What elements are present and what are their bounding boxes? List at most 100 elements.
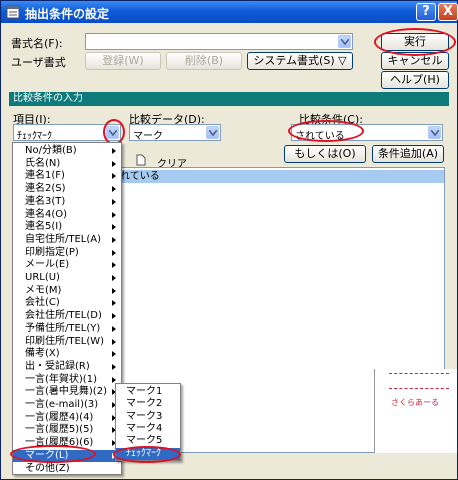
menu-item-label: 連名1(F) [25, 170, 65, 182]
submenu-arrow-icon [112, 287, 116, 294]
menu-item-label: 一言(e-mail)(3) [25, 399, 99, 410]
chevron-down-icon[interactable] [206, 126, 219, 139]
chevron-down-icon[interactable] [338, 35, 351, 48]
menu-item-label: 連名4(O) [25, 208, 68, 220]
menu-item-label: 会社住所/TEL(D) [25, 310, 102, 322]
submenu-arrow-icon [112, 325, 116, 332]
submenu-arrow-icon [112, 211, 116, 218]
submenu-arrow-icon [112, 173, 116, 180]
menu-item[interactable]: 連名1(F) [13, 170, 121, 182]
system-format-button[interactable]: システム書式(S) ▽ [247, 52, 353, 70]
register-button[interactable]: 登録(W) [85, 52, 161, 70]
submenu-item-label: マーク2 [126, 398, 163, 410]
submenu-arrow-icon [112, 351, 116, 358]
submenu-arrow-icon [112, 363, 116, 370]
menu-item[interactable]: No/分類(B) [13, 145, 121, 157]
section-title: 比較条件の入力 [9, 92, 449, 106]
help-button[interactable]: ヘルプ(H) [381, 71, 449, 89]
menu-item[interactable]: 予備住所/TEL(Y) [13, 323, 121, 335]
compare-data-combo[interactable]: マーク [129, 124, 221, 142]
menu-item-label: 一言(履歴4)(4) [25, 411, 94, 423]
submenu-arrow-icon [112, 224, 116, 231]
menu-item[interactable]: 連名4(O) [13, 209, 121, 221]
menu-item[interactable]: 備考(X) [13, 348, 121, 360]
item-menu: No/分類(B) 氏名(N) 連名1(F) 連名2(S) 連名3(T) 連名4(O) 連名5… [12, 142, 122, 475]
window-title: 抽出条件の設定 [25, 7, 110, 21]
add-condition-button[interactable]: 条件追加(A) [372, 145, 444, 163]
submenu-arrow-icon [112, 236, 116, 243]
menu-item[interactable]: 印刷住所/TEL(W) [13, 336, 121, 348]
help-title-button[interactable]: ? [416, 3, 436, 21]
item-combo-value: ﾁｪｯｸﾏｰｸ [17, 131, 52, 142]
or-button[interactable]: もしくは(O) [284, 145, 366, 163]
menu-item[interactable]: その他(Z) [13, 463, 121, 475]
submenu-item[interactable]: マーク4 [116, 423, 180, 435]
menu-item-label: 連名3(T) [25, 195, 66, 207]
menu-item-label: 連名5(I) [25, 221, 63, 233]
menu-item-label: 氏名(N) [25, 157, 61, 169]
submenu-arrow-icon [112, 249, 116, 256]
menu-item-label: 自宅住所/TEL(A) [25, 233, 102, 245]
close-button[interactable]: X [438, 3, 458, 21]
submenu-arrow-icon [112, 186, 116, 193]
title-bar: 抽出条件の設定 ? X [1, 1, 458, 23]
menu-item-label: 一言(履歴5)(5) [25, 424, 94, 436]
compare-data-value: マーク [133, 131, 163, 142]
menu-item-label: メモ(M) [25, 284, 62, 296]
menu-item[interactable]: 一言(年賀状)(1) [13, 374, 121, 386]
submenu-item[interactable]: マーク1 [116, 386, 180, 398]
menu-item-label: 予備住所/TEL(Y) [25, 322, 101, 334]
format-name-combo[interactable] [85, 33, 353, 50]
submenu-arrow-icon [112, 148, 116, 154]
menu-item[interactable]: 会社(C) [13, 297, 121, 309]
menu-item-label: No/分類(B) [25, 145, 77, 156]
menu-item-label: メール(E) [25, 259, 70, 271]
menu-item-label: 備考(X) [25, 348, 60, 360]
preview-line [389, 373, 449, 389]
menu-item[interactable]: 一言(e-mail)(3) [13, 399, 121, 411]
menu-item[interactable]: 一言(履歴5)(5) [13, 424, 121, 436]
menu-item-label: 印刷住所/TEL(W) [25, 335, 105, 347]
submenu-arrow-icon [112, 313, 116, 320]
submenu-arrow-icon [112, 275, 116, 281]
menu-item[interactable]: 出・受記録(R) [13, 361, 121, 373]
annotation-circle-run [374, 28, 456, 56]
format-name-label: 書式名(F): [11, 37, 63, 50]
background-text: さくらあーる [391, 398, 439, 407]
submenu-arrow-icon [112, 198, 116, 205]
menu-item[interactable]: 連名5(I) [13, 221, 121, 233]
menu-item-label: 一言(暑中見舞)(2) [25, 386, 107, 398]
submenu-arrow-icon [112, 262, 116, 269]
submenu-item[interactable]: マーク3 [116, 411, 180, 423]
menu-item[interactable]: 連名2(S) [13, 183, 121, 195]
submenu-item[interactable]: マーク2 [116, 398, 180, 410]
background-document: さくらあーる [374, 369, 457, 453]
annotation-circle-mark [10, 445, 96, 463]
menu-item[interactable]: URL(U) [13, 272, 121, 284]
user-format-label: ユーザ書式 [11, 56, 66, 69]
chevron-down-icon[interactable] [428, 126, 441, 139]
menu-item[interactable]: 自宅住所/TEL(A) [13, 234, 121, 246]
submenu-item-label: マーク4 [126, 422, 163, 434]
menu-item-label: URL(U) [25, 272, 60, 283]
menu-item-label: 印刷指定(P) [25, 246, 79, 258]
menu-item-label: 出・受記録(R) [25, 360, 90, 372]
menu-item[interactable]: メモ(M) [13, 285, 121, 297]
submenu-item-label: マーク1 [126, 386, 163, 397]
menu-item[interactable]: メール(E) [13, 259, 121, 271]
condition-row-text: れている [120, 171, 160, 182]
menu-item[interactable]: 氏名(N) [13, 158, 121, 170]
menu-item-label: 一言(年賀状)(1) [25, 373, 97, 385]
menu-item[interactable]: 会社住所/TEL(D) [13, 310, 121, 322]
menu-item[interactable]: 一言(暑中見舞)(2) [13, 386, 121, 398]
menu-item[interactable]: 連名3(T) [13, 196, 121, 208]
submenu-arrow-icon [112, 376, 116, 383]
submenu-arrow-icon [112, 338, 116, 345]
annotation-circle-condition [288, 120, 364, 142]
menu-item-label: その他(Z) [25, 462, 70, 474]
menu-item[interactable]: 一言(履歴4)(4) [13, 412, 121, 424]
delete-button[interactable]: 削除(B) [166, 52, 242, 70]
menu-item[interactable]: 印刷指定(P) [13, 247, 121, 259]
submenu-item-label: マーク3 [126, 410, 163, 422]
app-icon [6, 5, 20, 19]
